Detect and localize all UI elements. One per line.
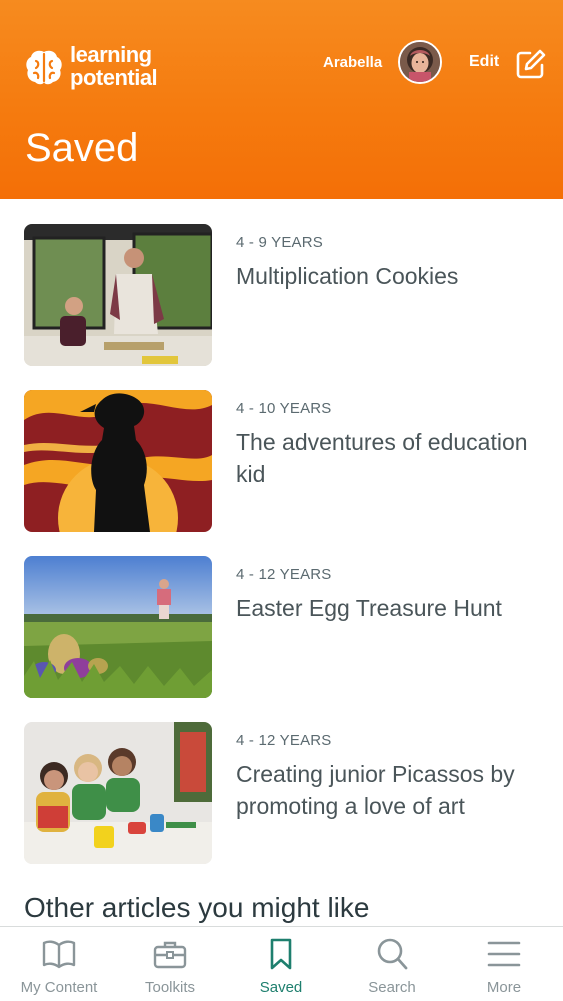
book-open-icon [42, 940, 76, 969]
article-title[interactable]: Multiplication Cookies [236, 260, 546, 292]
logo-text-line1: learning [70, 42, 152, 67]
tab-search[interactable]: Search [336, 927, 448, 1001]
avatar[interactable] [398, 40, 442, 84]
tab-label: Saved [259, 979, 303, 996]
edit-icon[interactable] [515, 48, 547, 80]
brain-icon [26, 50, 62, 85]
tab-label: Search [368, 979, 416, 996]
bookmark-icon [270, 938, 292, 970]
tab-more[interactable]: More [448, 927, 560, 1001]
menu-icon [487, 941, 521, 967]
saved-article[interactable]: 4 - 12 YEARS Easter Egg Treasure Hunt [0, 556, 563, 701]
tab-toolkits[interactable]: Toolkits [114, 927, 226, 1001]
article-title[interactable]: Creating junior Picassos by promoting a … [236, 758, 546, 822]
toolbox-icon [153, 941, 187, 969]
article-age-range: 4 - 12 YEARS [236, 732, 332, 749]
article-thumbnail[interactable] [24, 556, 212, 698]
article-age-range: 4 - 10 YEARS [236, 400, 332, 417]
learning-potential-logo[interactable]: learning potential [24, 42, 184, 92]
article-thumbnail[interactable] [24, 224, 212, 366]
tab-saved[interactable]: Saved [225, 927, 337, 1001]
tab-my-content[interactable]: My Content [3, 927, 115, 1001]
edit-button-label[interactable]: Edit [469, 53, 499, 71]
article-title[interactable]: The adventures of education kid [236, 426, 546, 490]
logo-text-line2: potential [70, 65, 158, 90]
tab-label: My Content [20, 979, 98, 996]
saved-article[interactable]: 4 - 10 YEARS The adventures of education… [0, 390, 563, 535]
other-articles-heading: Other articles you might like [24, 892, 370, 923]
article-age-range: 4 - 9 YEARS [236, 234, 323, 251]
article-thumbnail[interactable] [24, 390, 212, 532]
saved-article[interactable]: 4 - 9 YEARS Multiplication Cookies [0, 224, 563, 369]
page-title: Saved [25, 126, 139, 170]
bottom-tab-bar: My Content Toolkits Saved Search More [0, 926, 563, 1001]
user-name[interactable]: Arabella [323, 54, 382, 71]
tab-label: More [486, 979, 522, 996]
search-icon [377, 938, 408, 970]
article-age-range: 4 - 12 YEARS [236, 566, 332, 583]
app-header: learning potential Arabella Edit Saved [0, 0, 563, 199]
saved-article[interactable]: 4 - 12 YEARS Creating junior Picassos by… [0, 722, 563, 867]
tab-label: Toolkits [144, 979, 196, 996]
article-title[interactable]: Easter Egg Treasure Hunt [236, 592, 546, 624]
article-thumbnail[interactable] [24, 722, 212, 864]
